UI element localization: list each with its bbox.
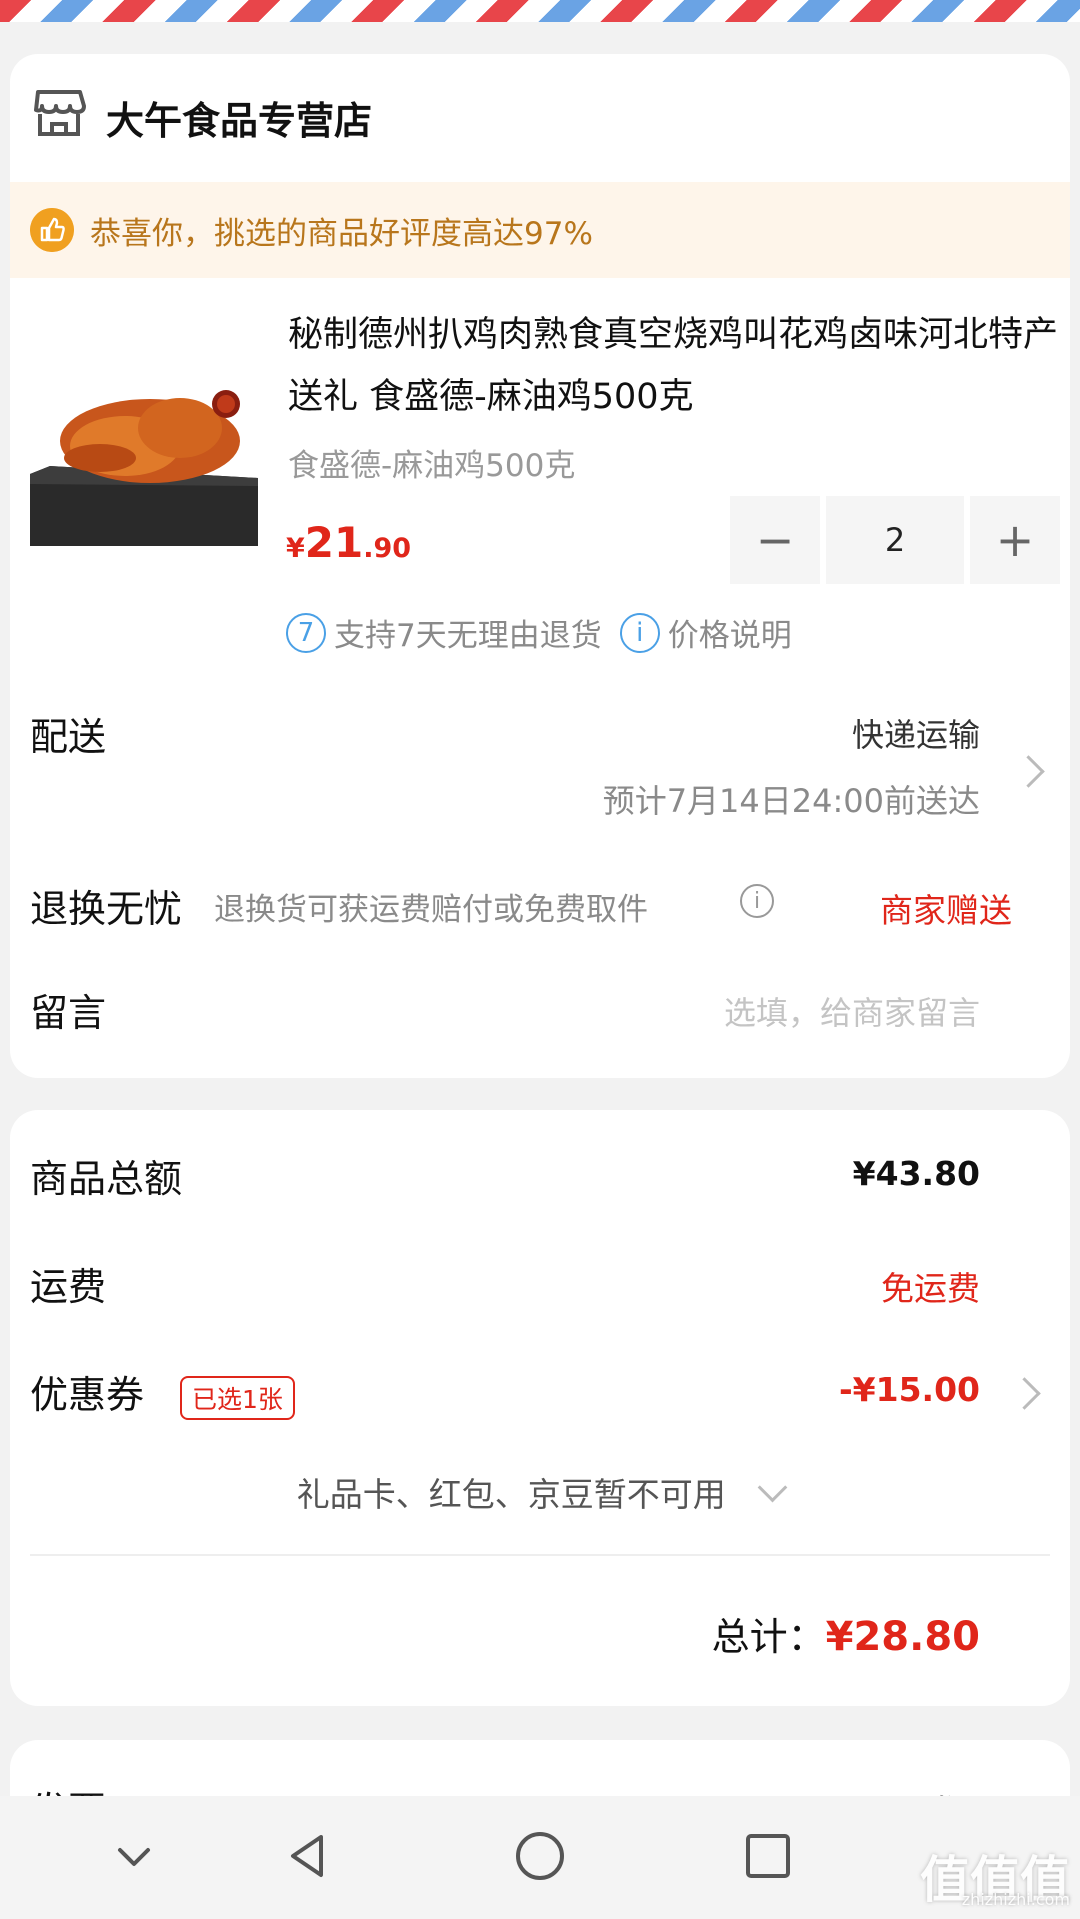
divider xyxy=(30,1554,1050,1556)
return-policy-text[interactable]: 支持7天无理由退货 xyxy=(334,610,602,655)
price-decimal: .90 xyxy=(363,533,412,564)
chevron-down-icon[interactable] xyxy=(104,1826,164,1886)
delivery-label: 配送 xyxy=(30,715,107,759)
quantity-stepper: − 2 + xyxy=(730,496,1060,584)
info-icon: i xyxy=(619,612,660,653)
seven-day-return-icon: 7 xyxy=(286,612,326,653)
coupon-label: 优惠券 xyxy=(30,1373,145,1417)
increase-button[interactable]: + xyxy=(970,496,1060,584)
service-row: 7 支持7天无理由退货 i 价格说明 xyxy=(286,610,792,655)
delivery-eta: 预计7月14日24:00前送达 xyxy=(602,782,980,820)
goods-total-value: ¥43.80 xyxy=(852,1154,980,1193)
thumbs-up-icon xyxy=(30,208,74,252)
decrease-button[interactable]: − xyxy=(730,496,820,584)
product-spec[interactable]: 食盛德-麻油鸡500克 xyxy=(288,440,575,485)
order-total: 总计： ¥28.80 xyxy=(712,1606,980,1661)
chevron-right-icon[interactable] xyxy=(1012,755,1045,788)
back-icon[interactable] xyxy=(278,1826,338,1886)
praise-banner: 恭喜你，挑选的商品好评度高达97% xyxy=(10,182,1070,278)
goods-total-label: 商品总额 xyxy=(30,1157,183,1201)
product-price: ¥21.90 xyxy=(286,518,411,567)
info-icon[interactable]: i xyxy=(740,884,774,918)
store-icon xyxy=(34,90,86,136)
quantity-value[interactable]: 2 xyxy=(826,496,964,584)
airmail-border xyxy=(0,0,1080,22)
watermark-url: zhizhizhi.com xyxy=(961,1890,1070,1909)
shipping-value: 免运费 xyxy=(881,1269,980,1308)
price-currency: ¥ xyxy=(286,533,305,564)
returns-description: 退换货可获运费赔付或免费取件 xyxy=(214,892,648,928)
returns-label: 退换无忧 xyxy=(30,887,183,931)
total-label: 总计： xyxy=(711,1615,826,1659)
chevron-down-icon[interactable] xyxy=(757,1472,788,1503)
coupon-value[interactable]: -¥15.00 xyxy=(839,1370,980,1409)
store-header[interactable]: 大午食品专营店 xyxy=(10,54,1070,182)
home-icon[interactable] xyxy=(510,1826,570,1886)
unavailable-text: 礼品卡、红包、京豆暂不可用 xyxy=(296,1475,726,1514)
store-name: 大午食品专营店 xyxy=(106,99,373,143)
product-title[interactable]: 秘制德州扒鸡肉熟食真空烧鸡叫花鸡卤味河北特产送礼 食盛德-麻油鸡500克 xyxy=(288,304,1068,428)
unavailable-notice[interactable]: 礼品卡、红包、京豆暂不可用 xyxy=(0,1468,1080,1516)
coupon-selected-tag: 已选1张 xyxy=(180,1376,295,1420)
praise-text: 恭喜你，挑选的商品好评度高达97% xyxy=(90,216,593,252)
delivery-method[interactable]: 快递运输 xyxy=(852,710,980,756)
price-integer: 21 xyxy=(304,518,364,567)
order-card: 大午食品专营店 恭喜你，挑选的商品好评度高达97% 秘制德州扒鸡肉熟食真空烧鸡叫… xyxy=(10,54,1070,1078)
product-image[interactable] xyxy=(30,346,258,546)
system-navigation-bar xyxy=(0,1796,1080,1919)
price-explanation-link[interactable]: 价格说明 xyxy=(668,610,792,655)
recent-apps-icon[interactable] xyxy=(738,1826,798,1886)
message-label: 留言 xyxy=(30,991,107,1035)
total-value: ¥28.80 xyxy=(825,1614,980,1660)
returns-value: 商家赠送 xyxy=(880,891,1012,930)
shipping-label: 运费 xyxy=(30,1265,107,1309)
message-input[interactable]: 选填，给商家留言 xyxy=(724,988,980,1034)
